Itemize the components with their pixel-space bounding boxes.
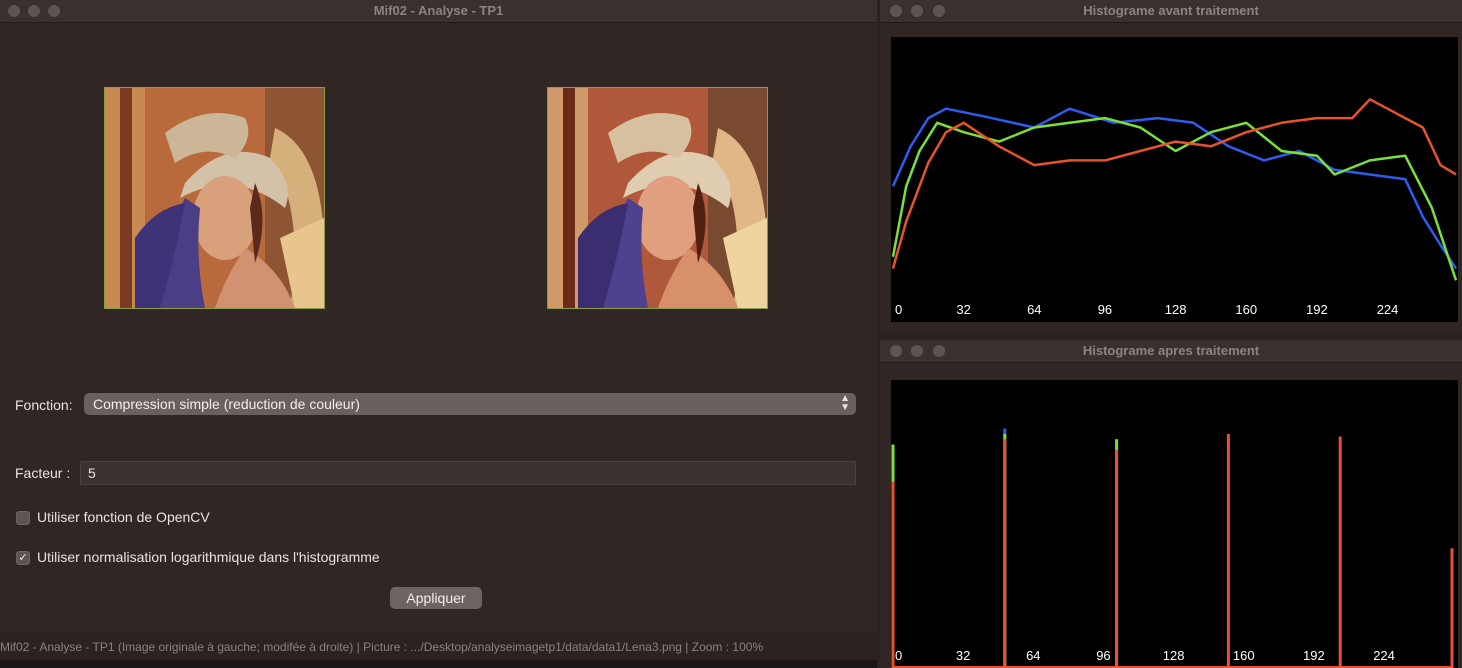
- facteur-label: Facteur :: [15, 465, 71, 481]
- histogram-before-titlebar: Histograme avant traitement: [880, 0, 1462, 23]
- x-tick-label: 224: [1373, 648, 1395, 663]
- histogram-spike: [1338, 436, 1342, 668]
- x-tick-label: 64: [1026, 648, 1040, 663]
- x-tick-label: 0: [895, 648, 902, 663]
- x-tick-label: 64: [1027, 302, 1041, 317]
- status-bar: Mif02 - Analyse - TP1 (Image originale à…: [0, 640, 764, 654]
- x-tick-label: 32: [956, 648, 970, 663]
- facteur-input[interactable]: 5: [80, 461, 856, 485]
- x-tick-label: 96: [1098, 302, 1112, 317]
- original-image: [104, 87, 325, 309]
- fonction-label: Fonction:: [15, 397, 73, 413]
- x-tick-label: 160: [1233, 648, 1255, 663]
- opencv-label: Utiliser fonction de OpenCV: [37, 509, 210, 525]
- x-tick-label: 128: [1165, 302, 1187, 317]
- log-normalization-checkbox[interactable]: ✓: [16, 551, 30, 565]
- histogram-after-titlebar: Histograme apres traitement: [880, 340, 1462, 363]
- histogram-spike: [1115, 449, 1119, 668]
- histogram-spike: [1003, 439, 1007, 668]
- chevron-updown-icon: ▲ ▼: [840, 393, 850, 413]
- histogram-spike: [1226, 433, 1230, 668]
- histogram-after-plot: 0 32 64 96 128 160 192 224: [891, 380, 1458, 668]
- main-titlebar: Mif02 - Analyse - TP1: [0, 0, 877, 23]
- apply-button[interactable]: Appliquer: [390, 587, 482, 609]
- x-tick-label: 192: [1306, 302, 1328, 317]
- log-normalization-label: Utiliser normalisation logarithmique dan…: [37, 549, 380, 565]
- processed-image: [547, 87, 768, 309]
- x-tick-label: 160: [1235, 302, 1257, 317]
- histogram-after-title: Histograme apres traitement: [1082, 343, 1260, 358]
- histogram-after-window: Histograme apres traitement 0 32 64 96 128 16…: [880, 340, 1462, 668]
- histogram-before-window: Histograme avant traitement 0 32 64 96 128 16…: [880, 0, 1462, 333]
- histogram-series-line: [891, 98, 1457, 269]
- x-tick-label: 192: [1303, 648, 1325, 663]
- main-window: Mif02 - Analyse - TP1 Fonction: Compress…: [0, 0, 877, 632]
- fonction-select-value: Compression simple (reduction de couleur…: [93, 396, 360, 412]
- histogram-spike: [1450, 548, 1454, 668]
- background-strip: [0, 660, 877, 668]
- histogram-before-title: Histograme avant traitement: [1083, 3, 1259, 18]
- histogram-spike: [891, 481, 895, 668]
- x-tick-label: 128: [1163, 648, 1185, 663]
- opencv-checkbox[interactable]: [16, 511, 30, 525]
- x-tick-label: 0: [895, 302, 902, 317]
- fonction-select[interactable]: Compression simple (reduction de couleur…: [84, 393, 856, 415]
- histogram-before-plot: 0 32 64 96 128 160 192 224: [891, 37, 1458, 322]
- x-tick-label: 224: [1377, 302, 1399, 317]
- x-tick-label: 96: [1096, 648, 1110, 663]
- x-tick-label: 32: [956, 302, 970, 317]
- window-title: Mif02 - Analyse - TP1: [373, 3, 504, 18]
